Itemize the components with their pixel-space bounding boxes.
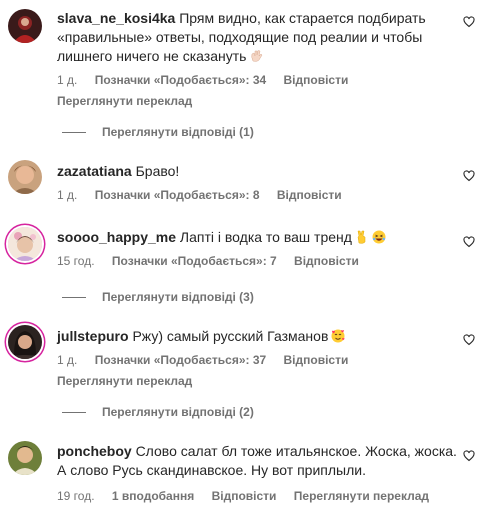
comment-body: soooo_happy_me Лапті і водка то ваш трен… — [57, 228, 457, 247]
comment-meta: 1 д. Позначки «Подобається»: 8 Відповіст… — [57, 188, 356, 202]
see-translation-button[interactable]: Переглянути переклад — [57, 94, 192, 108]
heart-outline-icon[interactable] — [463, 450, 475, 462]
comment-meta: 19 год. 1 вподобання Відповісти Переглян… — [57, 489, 443, 503]
heart-outline-icon[interactable] — [463, 334, 475, 346]
victory-hand-emoji — [357, 230, 366, 244]
likes-count[interactable]: Позначки «Подобається»: 7 — [112, 254, 277, 268]
username[interactable]: zazatatiana — [57, 163, 132, 179]
replies-divider — [62, 296, 86, 298]
avatar[interactable] — [8, 160, 42, 194]
avatar[interactable] — [8, 227, 42, 261]
timestamp[interactable]: 1 д. — [57, 188, 77, 202]
likes-count[interactable]: Позначки «Подобається»: 37 — [95, 353, 266, 367]
comment-meta: 1 д. Позначки «Подобається»: 34 Відповіс… — [57, 73, 362, 87]
see-translation-button[interactable]: Переглянути переклад — [57, 374, 192, 388]
heart-outline-icon[interactable] — [463, 16, 475, 28]
timestamp[interactable]: 1 д. — [57, 73, 77, 87]
username[interactable]: jullstepuro — [57, 328, 129, 344]
reply-button[interactable]: Відповісти — [277, 188, 342, 202]
view-replies-label: Переглянути відповіді (2) — [102, 405, 254, 419]
waving-hand-emoji — [251, 50, 263, 62]
comment-body: zazatatiana Браво! — [57, 162, 457, 181]
avatar[interactable] — [8, 9, 42, 43]
smiling-face-with-hearts-emoji — [331, 329, 345, 343]
reply-button[interactable]: Відповісти — [284, 353, 349, 367]
timestamp[interactable]: 19 год. — [57, 489, 95, 503]
comment-body: slava_ne_kosi4ka Прям видно, как старает… — [57, 9, 457, 66]
avatar[interactable] — [8, 441, 42, 475]
view-replies-button[interactable]: Переглянути відповіді (2) — [62, 405, 254, 419]
reply-button[interactable]: Відповісти — [294, 254, 359, 268]
comment-body: poncheboy Слово салат бл тоже итальянско… — [57, 442, 457, 480]
username[interactable]: soooo_happy_me — [57, 229, 176, 245]
username[interactable]: poncheboy — [57, 443, 132, 459]
timestamp[interactable]: 15 год. — [57, 254, 95, 268]
comment-text: Браво! — [135, 163, 180, 179]
timestamp[interactable]: 1 д. — [57, 353, 77, 367]
comment-meta: 1 д. Позначки «Подобається»: 37 Відповіс… — [57, 353, 362, 367]
reply-button[interactable]: Відповісти — [212, 489, 277, 503]
reply-button[interactable]: Відповісти — [284, 73, 349, 87]
laughing-face-emoji — [372, 230, 386, 244]
comment-text: Лапті і водка то ваш тренд — [179, 229, 352, 245]
comment-body: jullstepuro Ржу) самый русский Газманов — [57, 327, 457, 346]
likes-count[interactable]: Позначки «Подобається»: 8 — [95, 188, 260, 202]
heart-outline-icon[interactable] — [463, 236, 475, 248]
username[interactable]: slava_ne_kosi4ka — [57, 10, 175, 26]
view-replies-button[interactable]: Переглянути відповіді (1) — [62, 125, 254, 139]
replies-divider — [62, 411, 86, 413]
likes-count[interactable]: Позначки «Подобається»: 34 — [95, 73, 266, 87]
view-replies-button[interactable]: Переглянути відповіді (3) — [62, 290, 254, 304]
view-replies-label: Переглянути відповіді (1) — [102, 125, 254, 139]
avatar[interactable] — [8, 325, 42, 359]
heart-outline-icon[interactable] — [463, 170, 475, 182]
see-translation-button[interactable]: Переглянути переклад — [294, 489, 429, 503]
view-replies-label: Переглянути відповіді (3) — [102, 290, 254, 304]
replies-divider — [62, 131, 86, 133]
comment-meta: 15 год. Позначки «Подобається»: 7 Відпов… — [57, 254, 373, 268]
likes-count[interactable]: 1 вподобання — [112, 489, 194, 503]
comment-text: Ржу) самый русский Газманов — [132, 328, 329, 344]
